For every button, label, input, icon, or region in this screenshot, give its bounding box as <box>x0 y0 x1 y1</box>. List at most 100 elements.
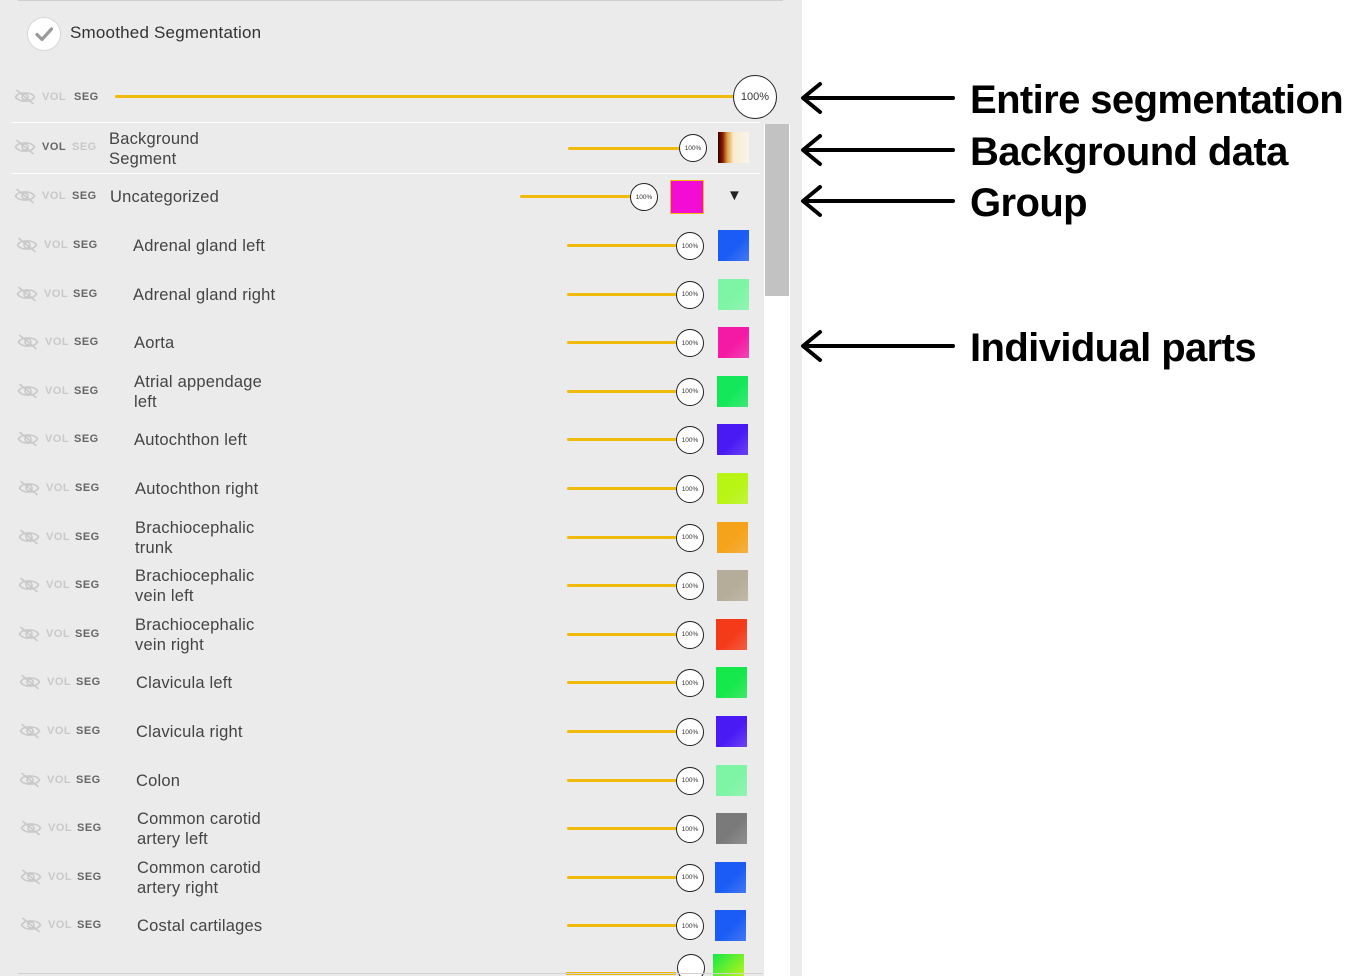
seg-toggle[interactable]: SEG <box>75 482 100 494</box>
opacity-slider[interactable] <box>567 438 677 442</box>
eye-hidden-icon[interactable] <box>17 334 39 350</box>
opacity-knob[interactable]: 100% <box>676 669 704 698</box>
opacity-slider[interactable] <box>568 147 680 150</box>
eye-hidden-icon[interactable] <box>20 820 42 836</box>
opacity-slider[interactable] <box>567 924 677 928</box>
opacity-knob[interactable]: 100% <box>676 766 704 795</box>
vol-toggle[interactable]: VOL <box>47 725 71 737</box>
eye-hidden-icon[interactable] <box>20 917 42 933</box>
eye-hidden-icon[interactable] <box>14 188 36 204</box>
group-dropdown-toggle[interactable]: ▼ <box>727 187 742 204</box>
vol-toggle[interactable]: VOL <box>45 385 69 397</box>
seg-toggle[interactable]: SEG <box>74 433 99 445</box>
segment-color-swatch[interactable] <box>716 716 747 747</box>
segment-color-swatch[interactable] <box>717 521 748 553</box>
opacity-slider[interactable] <box>567 584 677 588</box>
opacity-slider[interactable] <box>115 95 735 98</box>
seg-toggle[interactable]: SEG <box>72 190 97 202</box>
opacity-knob[interactable]: 100% <box>676 863 704 892</box>
seg-toggle[interactable]: SEG <box>73 239 98 251</box>
opacity-knob[interactable]: 100% <box>630 183 658 211</box>
vol-toggle[interactable]: VOL <box>46 628 70 640</box>
vol-toggle[interactable]: VOL <box>42 91 66 103</box>
smoothed-segmentation-checkbox[interactable] <box>28 18 60 50</box>
segment-color-swatch[interactable] <box>715 861 746 893</box>
opacity-slider[interactable] <box>567 535 677 539</box>
opacity-slider[interactable] <box>567 827 677 831</box>
vol-toggle[interactable]: VOL <box>45 336 69 348</box>
seg-toggle[interactable]: SEG <box>74 336 99 348</box>
seg-toggle[interactable]: SEG <box>74 91 99 103</box>
eye-hidden-icon[interactable] <box>18 626 40 642</box>
eye-hidden-icon[interactable] <box>14 139 36 155</box>
vol-toggle[interactable]: VOL <box>42 141 66 153</box>
vol-toggle[interactable]: VOL <box>42 190 66 202</box>
segment-color-swatch[interactable] <box>716 667 747 699</box>
segment-color-swatch[interactable] <box>716 618 747 650</box>
opacity-slider[interactable] <box>567 778 677 782</box>
opacity-slider[interactable] <box>567 341 677 345</box>
opacity-knob[interactable]: 100% <box>676 912 704 941</box>
opacity-knob[interactable]: 100% <box>676 815 704 844</box>
vol-toggle[interactable]: VOL <box>47 774 71 786</box>
opacity-knob[interactable]: 100% <box>676 426 704 455</box>
opacity-knob[interactable]: 100% <box>676 232 704 260</box>
scrollbar-thumb[interactable] <box>765 124 789 296</box>
vol-toggle[interactable]: VOL <box>48 919 72 931</box>
opacity-slider[interactable] <box>520 195 632 198</box>
seg-toggle[interactable]: SEG <box>74 385 99 397</box>
opacity-slider[interactable] <box>567 244 677 247</box>
group-color-swatch[interactable] <box>670 180 704 214</box>
seg-toggle[interactable]: SEG <box>77 871 102 883</box>
segment-color-swatch[interactable] <box>718 278 749 310</box>
eye-hidden-icon[interactable] <box>18 480 40 496</box>
eye-hidden-icon[interactable] <box>16 237 38 253</box>
opacity-knob[interactable]: 100% <box>676 377 704 406</box>
opacity-knob[interactable]: 100% <box>733 75 777 119</box>
eye-hidden-icon[interactable] <box>19 772 41 788</box>
eye-hidden-icon[interactable] <box>17 431 39 447</box>
vol-toggle[interactable]: VOL <box>46 482 70 494</box>
seg-toggle[interactable]: SEG <box>72 141 97 153</box>
eye-hidden-icon[interactable] <box>16 286 38 302</box>
opacity-slider[interactable] <box>567 681 677 685</box>
opacity-slider[interactable] <box>567 632 677 636</box>
seg-toggle[interactable]: SEG <box>75 531 100 543</box>
segment-color-swatch[interactable] <box>716 764 747 796</box>
opacity-slider[interactable] <box>567 730 677 733</box>
vol-toggle[interactable]: VOL <box>44 288 68 300</box>
segment-color-swatch[interactable] <box>718 327 749 359</box>
eye-hidden-icon[interactable] <box>20 869 42 885</box>
segment-color-swatch[interactable] <box>718 230 749 261</box>
seg-toggle[interactable]: SEG <box>77 919 102 931</box>
vol-toggle[interactable]: VOL <box>48 871 72 883</box>
segment-color-swatch[interactable] <box>715 910 746 942</box>
vol-toggle[interactable]: VOL <box>46 579 70 591</box>
vol-toggle[interactable]: VOL <box>47 676 71 688</box>
vol-toggle[interactable]: VOL <box>46 531 70 543</box>
eye-hidden-icon[interactable] <box>19 723 41 739</box>
opacity-knob[interactable]: 100% <box>676 523 704 552</box>
opacity-knob[interactable]: 100% <box>676 718 704 746</box>
eye-hidden-icon[interactable] <box>18 529 40 545</box>
seg-toggle[interactable]: SEG <box>76 725 101 737</box>
segment-color-swatch[interactable] <box>717 424 748 456</box>
segment-color-swatch[interactable] <box>717 473 748 504</box>
opacity-knob[interactable]: 100% <box>676 620 704 649</box>
vol-toggle[interactable]: VOL <box>44 239 68 251</box>
segment-color-swatch[interactable] <box>716 813 747 845</box>
segment-color-swatch[interactable] <box>717 375 748 407</box>
vol-toggle[interactable]: VOL <box>48 822 72 834</box>
opacity-knob[interactable]: 100% <box>676 329 704 358</box>
opacity-slider[interactable] <box>567 389 677 393</box>
opacity-slider[interactable] <box>567 292 677 296</box>
opacity-slider[interactable] <box>567 487 677 490</box>
eye-hidden-icon[interactable] <box>17 383 39 399</box>
vol-toggle[interactable]: VOL <box>45 433 69 445</box>
opacity-knob[interactable]: 100% <box>676 475 704 503</box>
seg-toggle[interactable]: SEG <box>77 822 102 834</box>
eye-hidden-icon[interactable] <box>14 89 36 105</box>
eye-hidden-icon[interactable] <box>19 674 41 690</box>
opacity-knob[interactable]: 100% <box>676 572 704 601</box>
eye-hidden-icon[interactable] <box>18 577 40 593</box>
